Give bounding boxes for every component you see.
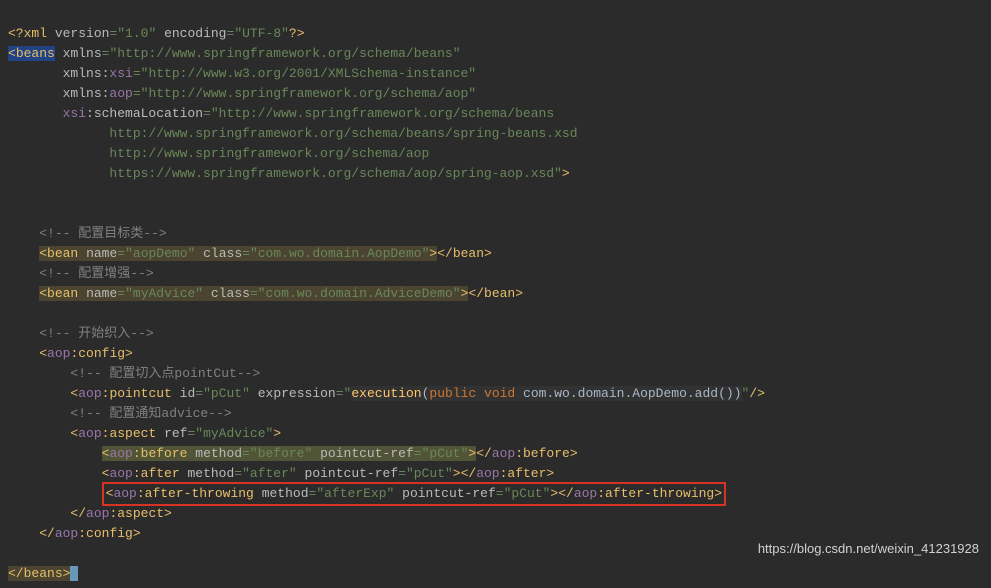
comment-target: <!-- 配置目标类--> xyxy=(8,226,167,241)
code-editor: <?xml version="1.0" encoding="UTF-8"?> <… xyxy=(0,0,991,588)
beans-close-tag: </beans> xyxy=(8,566,78,581)
watermark: https://blog.csdn.net/weixin_41231928 xyxy=(758,539,979,559)
xmlns-xsi: xmlns:xsi="http://www.w3.org/2001/XMLSch… xyxy=(8,66,476,81)
beans-open-tag: <beans xmlns="http://www.springframework… xyxy=(8,46,461,61)
aop-after-throwing: <aop:after-throwing method="afterExp" po… xyxy=(8,486,726,501)
bean-myadvice: <bean name="myAdvice" class="com.wo.doma… xyxy=(8,286,523,301)
schema-location: xsi:schemaLocation="http://www.springfra… xyxy=(8,106,554,121)
schema-location-line3: http://www.springframework.org/schema/ao… xyxy=(8,146,429,161)
aop-pointcut: <aop:pointcut id="pCut" expression="exec… xyxy=(8,386,765,401)
schema-location-line2: http://www.springframework.org/schema/be… xyxy=(8,126,578,141)
aop-aspect-open: <aop:aspect ref="myAdvice"> xyxy=(8,426,281,441)
aop-config-close: </aop:config> xyxy=(8,526,141,541)
aop-aspect-close: </aop:aspect> xyxy=(8,506,172,521)
cursor-icon xyxy=(70,566,78,581)
aop-after: <aop:after method="after" pointcut-ref="… xyxy=(8,466,554,481)
comment-weave: <!-- 开始织入--> xyxy=(8,326,154,341)
xmlns-aop: xmlns:aop="http://www.springframework.or… xyxy=(8,86,476,101)
comment-pointcut: <!-- 配置切入点pointCut--> xyxy=(8,366,260,381)
bean-aopdemo: <bean name="aopDemo" class="com.wo.domai… xyxy=(8,246,492,261)
aop-config-open: <aop:config> xyxy=(8,346,133,361)
aop-before: <aop:before method="before" pointcut-ref… xyxy=(8,446,578,461)
schema-location-line4: https://www.springframework.org/schema/a… xyxy=(8,166,570,181)
comment-aspect: <!-- 配置通知advice--> xyxy=(8,406,232,421)
comment-advice: <!-- 配置增强--> xyxy=(8,266,154,281)
xml-declaration: <?xml version="1.0" encoding="UTF-8"?> xyxy=(8,26,305,41)
